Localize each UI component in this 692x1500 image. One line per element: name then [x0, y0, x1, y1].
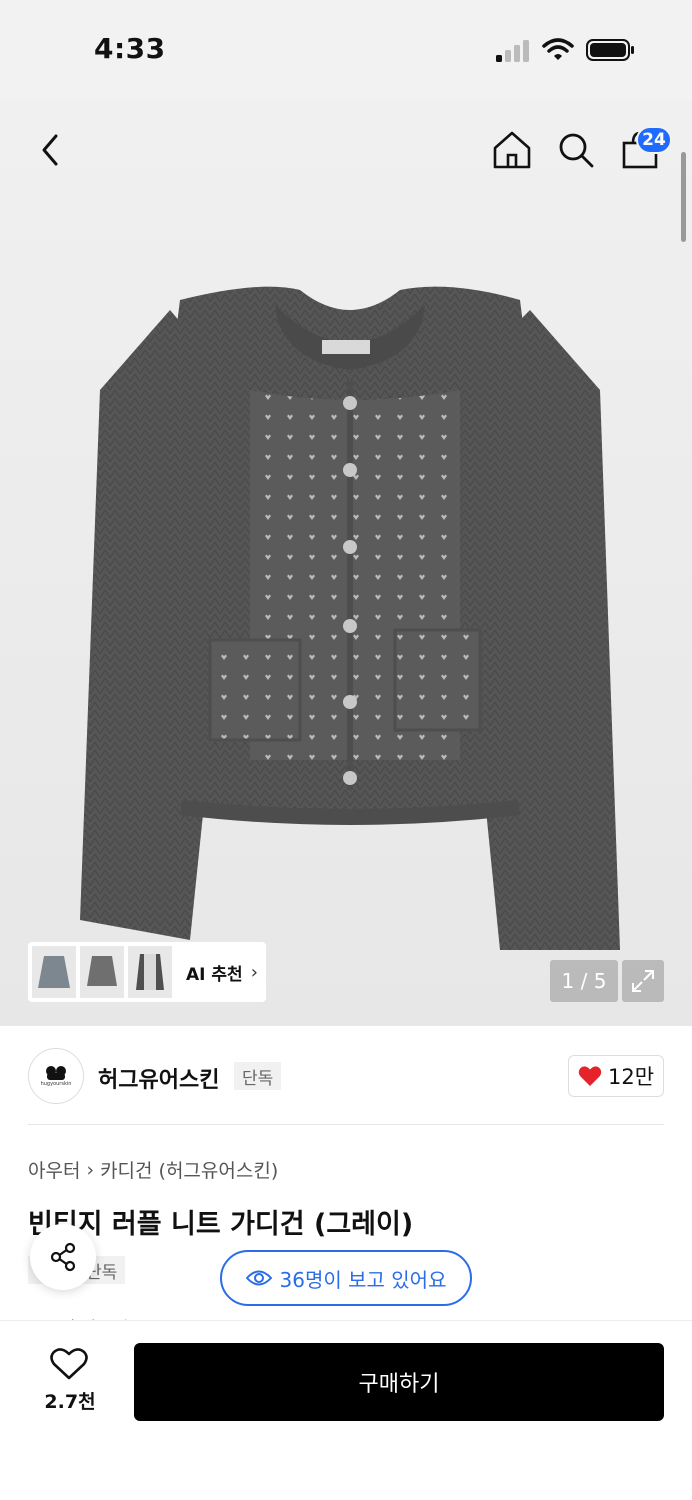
heart-outline-icon[interactable]: [50, 1347, 88, 1381]
status-bar: 4:33: [0, 0, 692, 100]
recommendation-thumbnail[interactable]: [32, 946, 76, 998]
chevron-right-icon: ›: [250, 961, 258, 983]
brand-like-count: 12만: [607, 1065, 655, 1089]
live-viewers-text: 36명이 보고 있어요: [279, 1267, 447, 1292]
home-icon[interactable]: [490, 128, 534, 172]
ai-recommendation-button[interactable]: AI 추천 ›: [28, 942, 266, 1002]
status-time: 4:33: [94, 32, 166, 65]
breadcrumb-separator: ›: [86, 1158, 95, 1181]
divider: [28, 1124, 664, 1125]
breadcrumb-subcategory[interactable]: 카디건 (허그유어스킨): [100, 1156, 278, 1183]
breadcrumb-category[interactable]: 아우터: [28, 1156, 80, 1183]
live-viewers-indicator: 36명이 보고 있어요: [220, 1250, 472, 1306]
expand-icon: [632, 970, 654, 992]
heart-filled-icon: [578, 1066, 602, 1086]
buy-button[interactable]: 구매하기: [134, 1343, 664, 1421]
breadcrumb: 아우터 › 카디건 (허그유어스킨): [28, 1156, 278, 1183]
wifi-icon: [542, 38, 574, 60]
bottom-action-bar: 2.7천 구매하기: [0, 1320, 692, 1500]
signal-icon: [496, 40, 529, 62]
brand-logo-text: hugyourskin: [40, 1081, 72, 1087]
brand-logo[interactable]: hugyourskin: [28, 1048, 84, 1104]
eye-icon: [245, 1270, 272, 1286]
recommendation-thumbnail[interactable]: [128, 946, 172, 998]
expand-image-button[interactable]: [622, 960, 664, 1002]
brand-name[interactable]: 허그유어스킨: [98, 1062, 219, 1094]
image-page-counter: 1 / 5: [550, 960, 618, 1002]
exclusive-badge: 단독: [234, 1062, 282, 1090]
share-icon: [50, 1242, 76, 1272]
product-image[interactable]: [60, 270, 640, 970]
scrollbar[interactable]: [681, 152, 686, 242]
search-icon[interactable]: [555, 128, 597, 172]
ai-recommendation-label: AI 추천: [186, 964, 243, 985]
brand-like-button[interactable]: 12만: [568, 1055, 664, 1097]
brand-logo-mark: [46, 1066, 66, 1080]
back-icon[interactable]: [34, 128, 68, 172]
share-button[interactable]: [30, 1224, 96, 1290]
cart-count-badge: 24: [636, 126, 672, 154]
wishlist-count: 2.7천: [44, 1391, 96, 1413]
battery-icon: [586, 39, 634, 61]
recommendation-thumbnail[interactable]: [80, 946, 124, 998]
